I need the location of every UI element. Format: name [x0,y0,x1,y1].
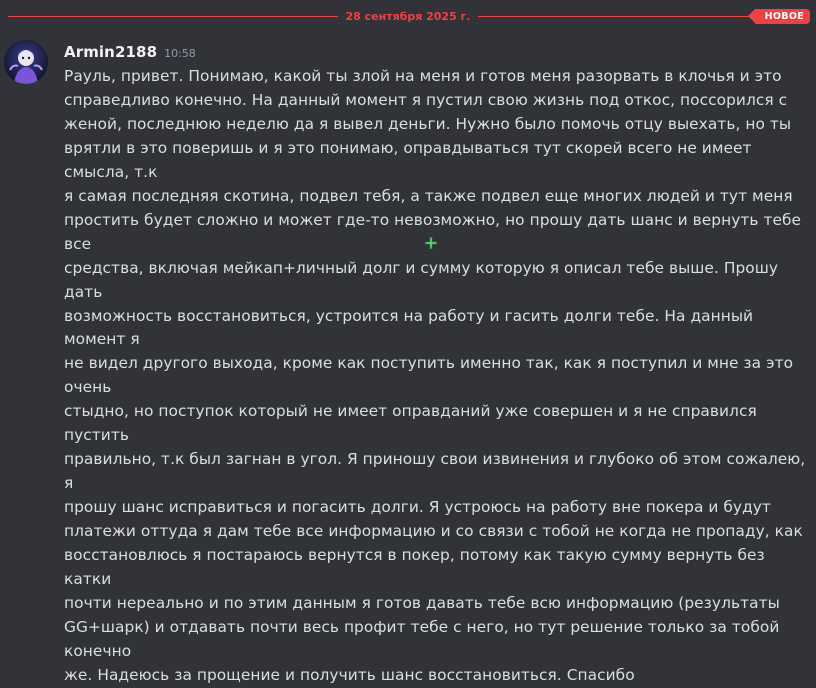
message-header: Armin2188 10:58 [64,42,196,64]
divider-date: 28 сентября 2025 г. [345,10,471,23]
pointer-cursor-icon [425,237,437,249]
username[interactable]: Armin2188 [64,43,157,61]
message-content: Рауль, привет. Понимаю, какой ты злой на… [64,67,806,684]
divider-line-right [478,16,768,17]
avatar[interactable] [4,40,48,84]
new-badge: НОВОЕ [747,9,810,24]
timestamp[interactable]: 10:58 [164,47,196,60]
new-messages-divider: 28 сентября 2025 г. НОВОЕ [8,9,810,25]
avatar-image [4,40,48,84]
divider-line-left [8,16,338,17]
